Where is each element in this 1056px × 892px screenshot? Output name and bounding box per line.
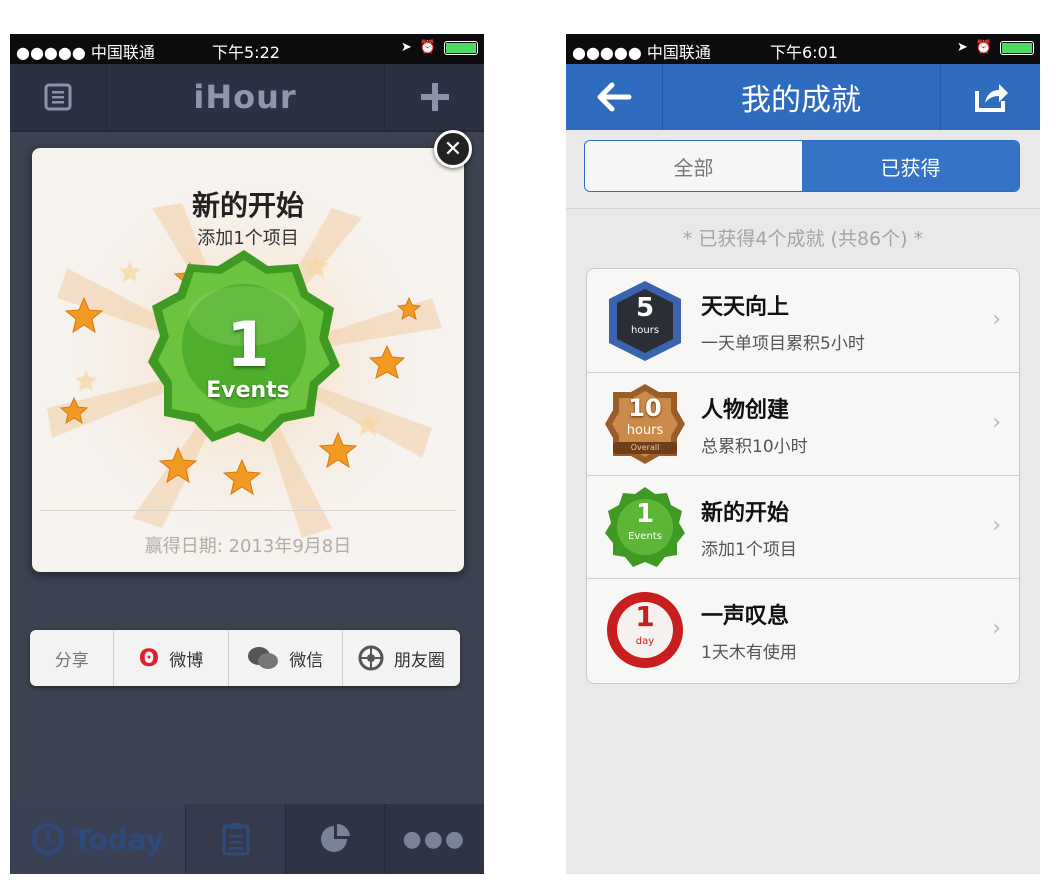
- badge-number: 1: [635, 600, 655, 633]
- clock-icon: [31, 823, 64, 855]
- achievement-title: 人物创建: [701, 398, 790, 423]
- badge-unit: Events: [628, 531, 662, 542]
- achievement-title: 一声叹息: [701, 604, 790, 629]
- achievement-desc: 添加1个项目: [701, 540, 797, 560]
- wechat-label: 微信: [289, 650, 324, 671]
- earned-date: 赢得日期: 2013年9月8日: [144, 536, 352, 557]
- tab-more[interactable]: ●●●: [385, 804, 484, 874]
- top-nav: 我的成就: [566, 64, 1040, 130]
- segment-earned[interactable]: 已获得: [802, 141, 1019, 191]
- divider: [40, 510, 456, 511]
- plus-icon: [421, 83, 449, 111]
- share-icon: [975, 84, 1008, 112]
- achievement-title: 天天向上: [701, 295, 790, 320]
- close-button[interactable]: ✕: [434, 130, 472, 168]
- weibo-label: 微博: [169, 650, 204, 671]
- battery-icon: [1000, 40, 1034, 55]
- achievement-list: 5 hours 天天向上 一天单项目累积5小时 › 10 hours Overa…: [586, 268, 1020, 684]
- achievement-popup: 新的开始 添加1个项目 1 Events 赢得日期: 2013年9月8日: [32, 148, 464, 572]
- badge-number: 1: [635, 499, 655, 529]
- back-arrow-icon: [597, 82, 632, 112]
- status-bar: ●●●●● 中国联通 下午5:22 ➤ ⏰: [10, 34, 484, 64]
- badge-number: 5: [635, 293, 655, 323]
- badge-unit: hours: [626, 423, 664, 438]
- chevron-right-icon: ›: [992, 616, 1001, 641]
- chevron-right-icon: ›: [992, 307, 1001, 332]
- tab-bar: Today ●●●: [10, 804, 484, 874]
- more-icon: ●●●: [402, 826, 467, 852]
- add-button[interactable]: [384, 64, 484, 130]
- pie-chart-icon: [320, 823, 350, 852]
- badge-label: Events: [206, 378, 290, 403]
- share-label: 分享: [30, 630, 115, 686]
- alarm-icon: ⏰: [975, 40, 992, 55]
- achievement-desc: 1天木有使用: [701, 643, 797, 663]
- status-time: 下午6:01: [770, 43, 838, 62]
- segment-all[interactable]: 全部: [585, 141, 802, 191]
- achievement-desc: 一天单项目累积5小时: [701, 334, 865, 354]
- tab-today-label: Today: [72, 822, 164, 856]
- achievement-title: 新的开始: [191, 189, 304, 222]
- top-nav: iHour: [10, 64, 484, 132]
- location-icon: ➤: [400, 40, 412, 55]
- tab-list[interactable]: [185, 804, 287, 874]
- left-screen: ●●●●● 中国联通 下午5:22 ➤ ⏰ iHour 新的开始 添加1个项目 …: [10, 34, 484, 874]
- right-screen: ●●●●● 中国联通 下午6:01 ➤ ⏰ 我的成就 全部 已获得 * 已获得4…: [566, 34, 1040, 874]
- separator-line: [566, 208, 1040, 209]
- close-icon: ✕: [443, 136, 463, 162]
- share-weibo-button[interactable]: ʘ 微博: [114, 630, 229, 686]
- achievement-subtitle: 添加1个项目: [197, 228, 299, 249]
- share-moments-button[interactable]: 朋友圈: [343, 630, 460, 686]
- badge-unit: hours: [630, 325, 660, 336]
- status-bar: ●●●●● 中国联通 下午6:01 ➤ ⏰: [566, 34, 1040, 64]
- weibo-icon: ʘ: [138, 644, 160, 672]
- share-button[interactable]: [940, 64, 1040, 130]
- clipboard-icon: [222, 823, 250, 856]
- wechat-icon: [248, 647, 279, 669]
- carrier-label: ●●●●● 中国联通: [572, 43, 711, 62]
- battery-icon: [444, 40, 478, 55]
- list-item[interactable]: 5 hours 天天向上 一天单项目累积5小时 ›: [587, 269, 1019, 373]
- badge-unit: day: [635, 636, 655, 647]
- list-item[interactable]: 10 hours Overall 人物创建 总累积10小时 ›: [587, 372, 1019, 476]
- menu-button[interactable]: [10, 64, 107, 130]
- back-button[interactable]: [566, 64, 663, 130]
- chevron-right-icon: ›: [992, 513, 1001, 538]
- moments-icon: [358, 645, 384, 671]
- app-title: iHour: [193, 78, 297, 116]
- carrier-label: ●●●●● 中国联通: [16, 43, 155, 62]
- page-title: 我的成就: [741, 83, 861, 118]
- achievement-desc: 总累积10小时: [701, 437, 808, 457]
- alarm-icon: ⏰: [419, 40, 436, 55]
- share-wechat-button[interactable]: 微信: [229, 630, 343, 686]
- segmented-control: 全部 已获得: [584, 140, 1020, 192]
- location-icon: ➤: [956, 40, 968, 55]
- tab-today[interactable]: Today: [10, 804, 186, 874]
- badge-extra: Overall: [630, 443, 660, 452]
- tab-stats[interactable]: [286, 804, 385, 874]
- status-time: 下午5:22: [212, 43, 280, 62]
- list-item[interactable]: 1 Events 新的开始 添加1个项目 ›: [587, 475, 1019, 579]
- badge-number: 10: [628, 394, 662, 422]
- achievement-title: 新的开始: [701, 501, 790, 526]
- badge-number: 1: [226, 308, 270, 381]
- list-icon: [44, 83, 72, 111]
- list-item[interactable]: 1 day 一声叹息 1天木有使用 ›: [587, 578, 1019, 681]
- achievement-summary: * 已获得4个成就 (共86个) *: [682, 228, 924, 250]
- moments-label: 朋友圈: [393, 650, 445, 671]
- share-bar: 分享 ʘ 微博 微信 朋友圈: [30, 630, 460, 686]
- chevron-right-icon: ›: [992, 410, 1001, 435]
